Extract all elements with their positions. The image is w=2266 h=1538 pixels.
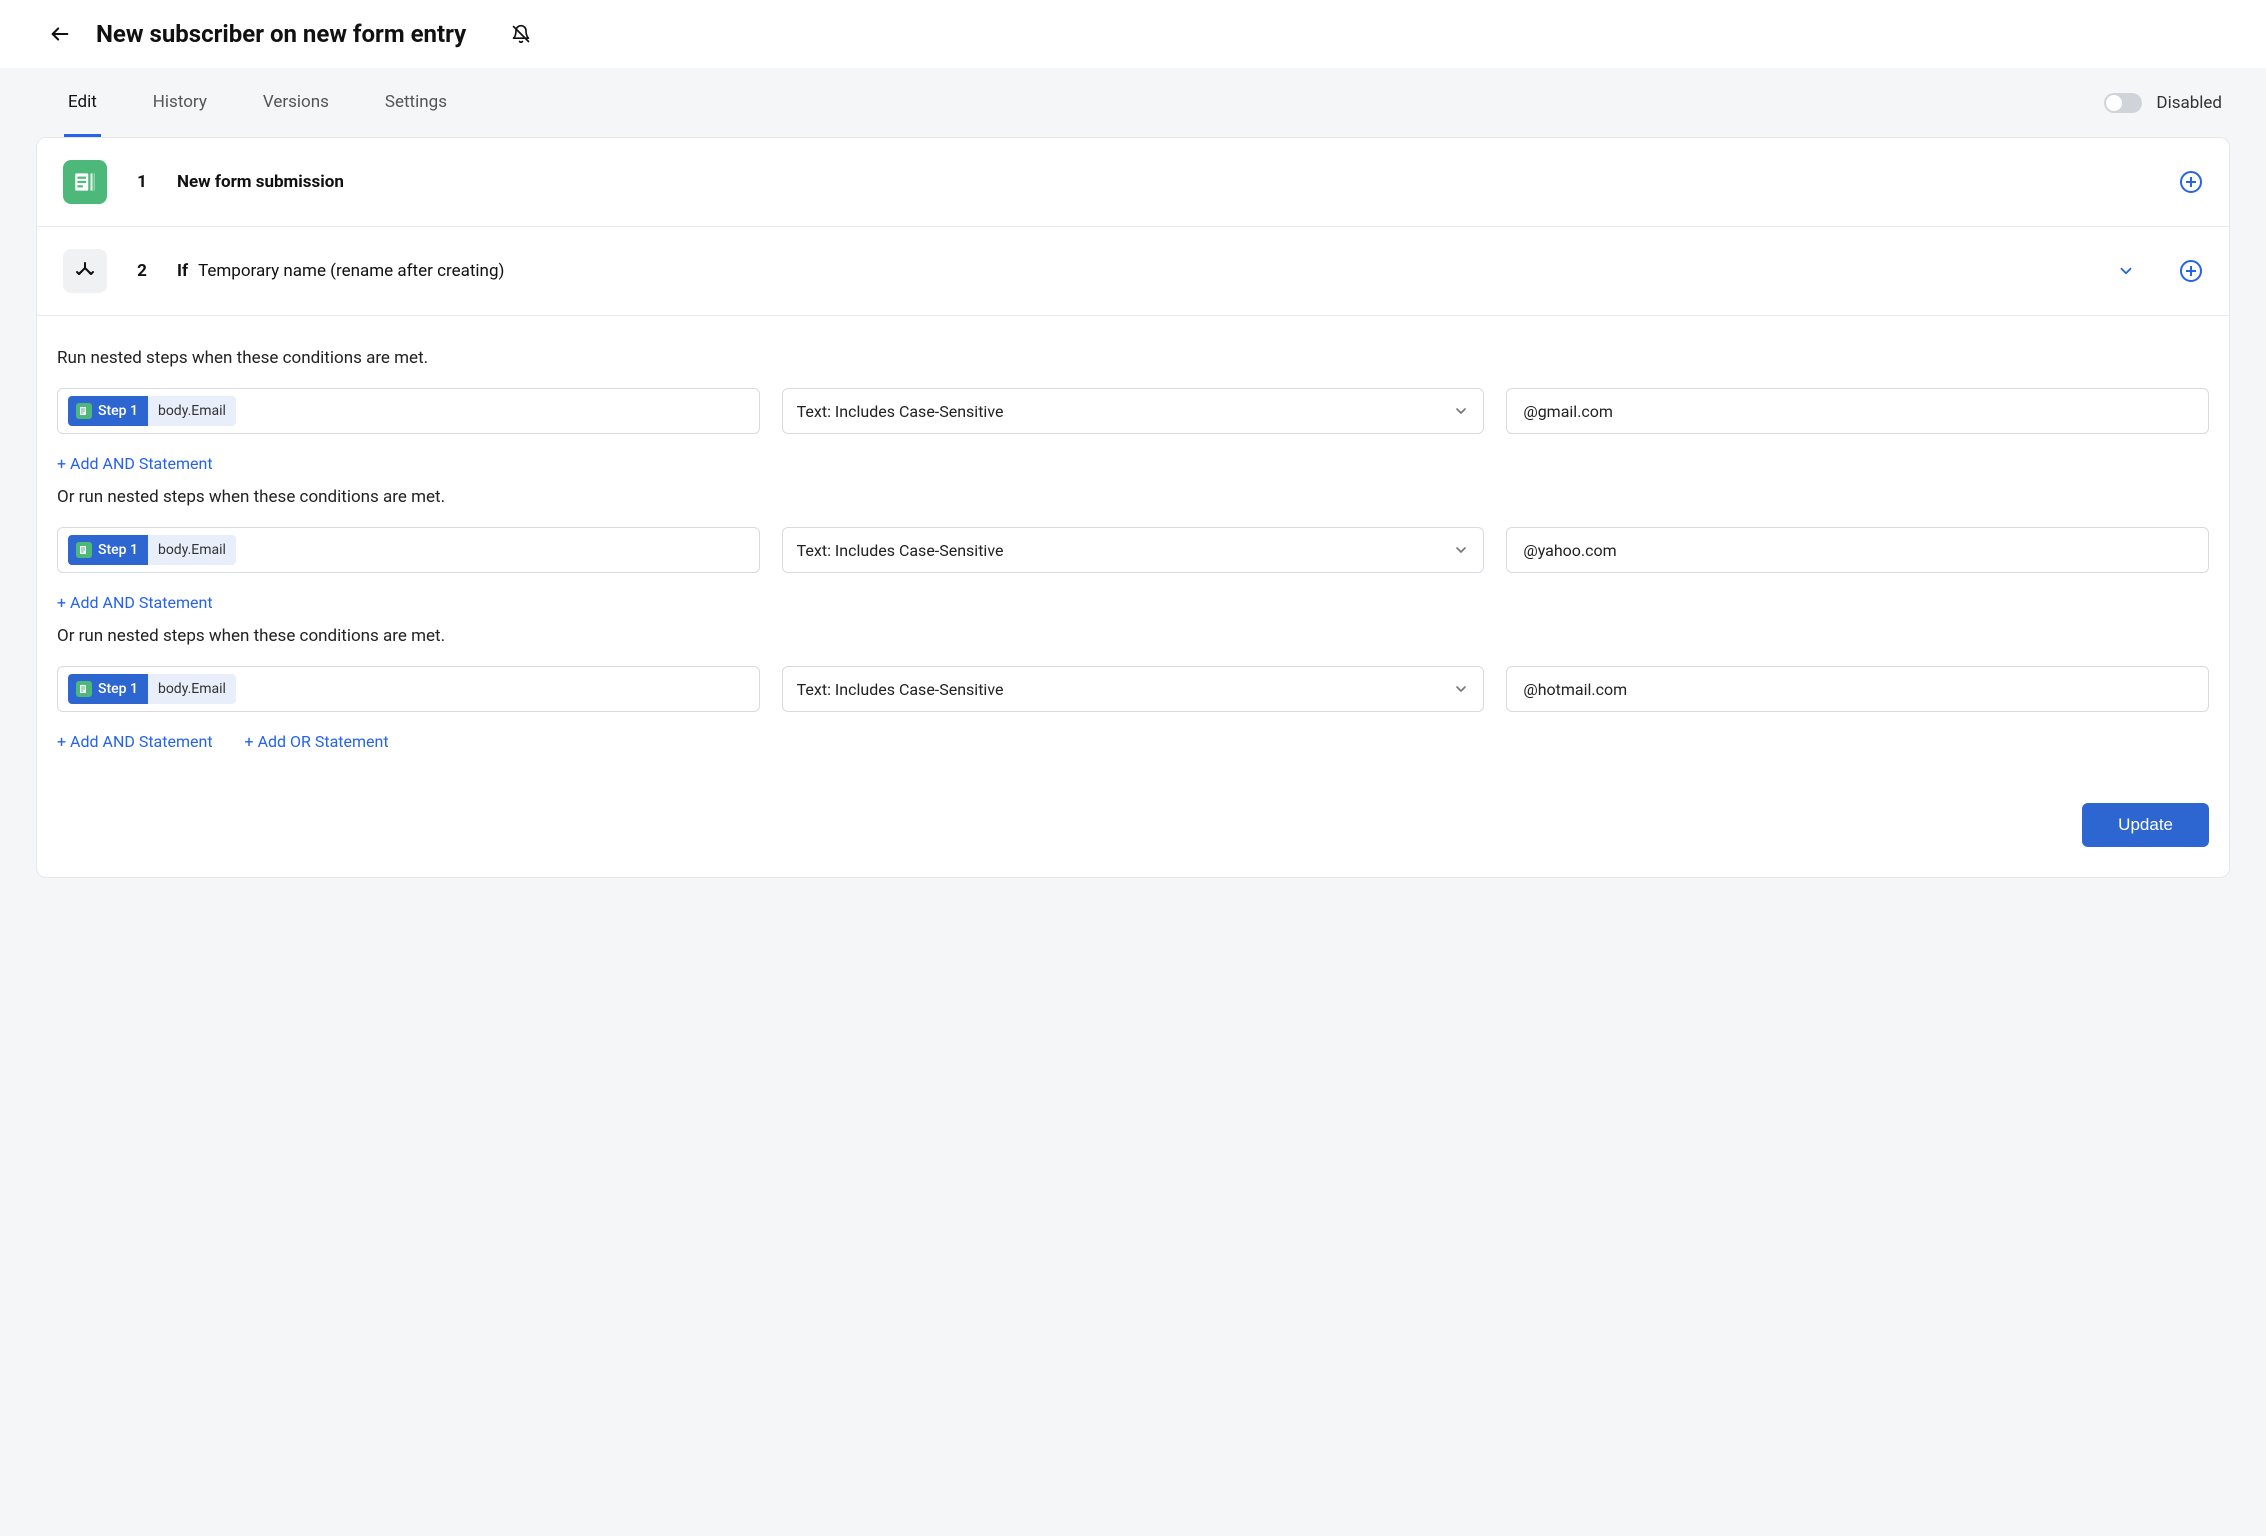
step-actions — [2117, 259, 2203, 283]
back-button[interactable] — [48, 22, 72, 46]
condition-field-input[interactable]: Step 1 body.Email — [57, 666, 760, 712]
notifications-button[interactable] — [510, 23, 532, 45]
page-header: New subscriber on new form entry — [0, 0, 2266, 68]
step-reference-chip[interactable]: Step 1 — [68, 674, 148, 704]
condition-operator-select[interactable]: Text: Includes Case-Sensitive — [782, 527, 1485, 573]
step-label: New form submission — [177, 172, 344, 192]
field-path-chip[interactable]: body.Email — [148, 535, 236, 565]
condition-value-input[interactable]: @hotmail.com — [1506, 666, 2209, 712]
formstack-chip-icon — [76, 403, 92, 419]
add-and-button[interactable]: + Add AND Statement — [57, 732, 213, 751]
arrow-left-icon — [49, 23, 71, 45]
formstack-chip-icon — [76, 681, 92, 697]
add-statement-links: + Add AND Statement + Add OR Statement — [57, 732, 2209, 765]
enable-toggle-group: Disabled — [2104, 93, 2222, 113]
step-name: New form submission — [177, 172, 344, 192]
conditions-panel: Run nested steps when these conditions a… — [37, 316, 2229, 877]
add-and-button[interactable]: + Add AND Statement — [57, 454, 213, 473]
step-number: 2 — [135, 261, 149, 281]
condition-row: Step 1 body.Email Text: Includes Case-Se… — [57, 666, 2209, 712]
step-name: Temporary name (rename after creating) — [198, 261, 504, 281]
plus-circle-icon — [2179, 259, 2203, 283]
conditions-or-heading: Or run nested steps when these condition… — [57, 626, 2209, 646]
step-reference-chip[interactable]: Step 1 — [68, 535, 148, 565]
tab-edit[interactable]: Edit — [64, 68, 101, 137]
step-if-label: If — [177, 261, 188, 281]
update-button[interactable]: Update — [2082, 803, 2209, 847]
operator-value: Text: Includes Case-Sensitive — [797, 402, 1004, 421]
chevron-down-icon — [1453, 681, 1469, 697]
conditions-or-heading: Or run nested steps when these condition… — [57, 487, 2209, 507]
condition-row: Step 1 body.Email Text: Includes Case-Se… — [57, 527, 2209, 573]
conditions-heading: Run nested steps when these conditions a… — [57, 348, 2209, 368]
condition-field-input[interactable]: Step 1 body.Email — [57, 388, 760, 434]
step-number: 1 — [135, 172, 149, 192]
plus-circle-icon — [2179, 170, 2203, 194]
condition-operator-select[interactable]: Text: Includes Case-Sensitive — [782, 388, 1485, 434]
condition-value-input[interactable]: @yahoo.com — [1506, 527, 2209, 573]
step-actions — [2179, 170, 2203, 194]
step-chip-label: Step 1 — [98, 403, 138, 419]
operator-value: Text: Includes Case-Sensitive — [797, 680, 1004, 699]
add-and-button[interactable]: + Add AND Statement — [57, 593, 213, 612]
field-path-chip[interactable]: body.Email — [148, 396, 236, 426]
tab-history[interactable]: History — [149, 68, 211, 137]
bell-off-icon — [511, 24, 531, 44]
condition-value-input[interactable]: @gmail.com — [1506, 388, 2209, 434]
tab-versions[interactable]: Versions — [259, 68, 333, 137]
branch-step-icon — [63, 249, 107, 293]
step-chip-label: Step 1 — [98, 542, 138, 558]
step-chip-label: Step 1 — [98, 681, 138, 697]
chevron-down-icon — [1453, 542, 1469, 558]
form-icon — [72, 169, 98, 195]
condition-value: @hotmail.com — [1523, 680, 1627, 699]
tabs: Edit History Versions Settings — [36, 68, 479, 137]
chevron-down-icon — [1453, 403, 1469, 419]
add-step-button[interactable] — [2179, 170, 2203, 194]
condition-field-input[interactable]: Step 1 body.Email — [57, 527, 760, 573]
add-step-button[interactable] — [2179, 259, 2203, 283]
condition-operator-select[interactable]: Text: Includes Case-Sensitive — [782, 666, 1485, 712]
enable-toggle-label: Disabled — [2156, 93, 2222, 113]
step-label: If Temporary name (rename after creating… — [177, 261, 504, 281]
update-row: Update — [57, 795, 2209, 849]
workflow-card: 1 New form submission 2 — [36, 137, 2230, 878]
collapse-step-button[interactable] — [2117, 262, 2135, 280]
field-path-chip[interactable]: body.Email — [148, 674, 236, 704]
formstack-icon — [63, 160, 107, 204]
operator-value: Text: Includes Case-Sensitive — [797, 541, 1004, 560]
page-title: New subscriber on new form entry — [96, 20, 466, 48]
condition-value: @yahoo.com — [1523, 541, 1616, 560]
chevron-down-icon — [2117, 262, 2135, 280]
step-row-1[interactable]: 1 New form submission — [37, 138, 2229, 227]
step-reference-chip[interactable]: Step 1 — [68, 396, 148, 426]
step-row-2[interactable]: 2 If Temporary name (rename after creati… — [37, 227, 2229, 316]
tabs-row: Edit History Versions Settings Disabled — [36, 68, 2230, 137]
condition-row: Step 1 body.Email Text: Includes Case-Se… — [57, 388, 2209, 434]
workspace: Edit History Versions Settings Disabled — [0, 68, 2266, 1536]
formstack-chip-icon — [76, 542, 92, 558]
add-or-button[interactable]: + Add OR Statement — [245, 732, 389, 751]
condition-value: @gmail.com — [1523, 402, 1613, 421]
tab-settings[interactable]: Settings — [381, 68, 451, 137]
branch-icon — [73, 259, 97, 283]
enable-toggle[interactable] — [2104, 93, 2142, 113]
